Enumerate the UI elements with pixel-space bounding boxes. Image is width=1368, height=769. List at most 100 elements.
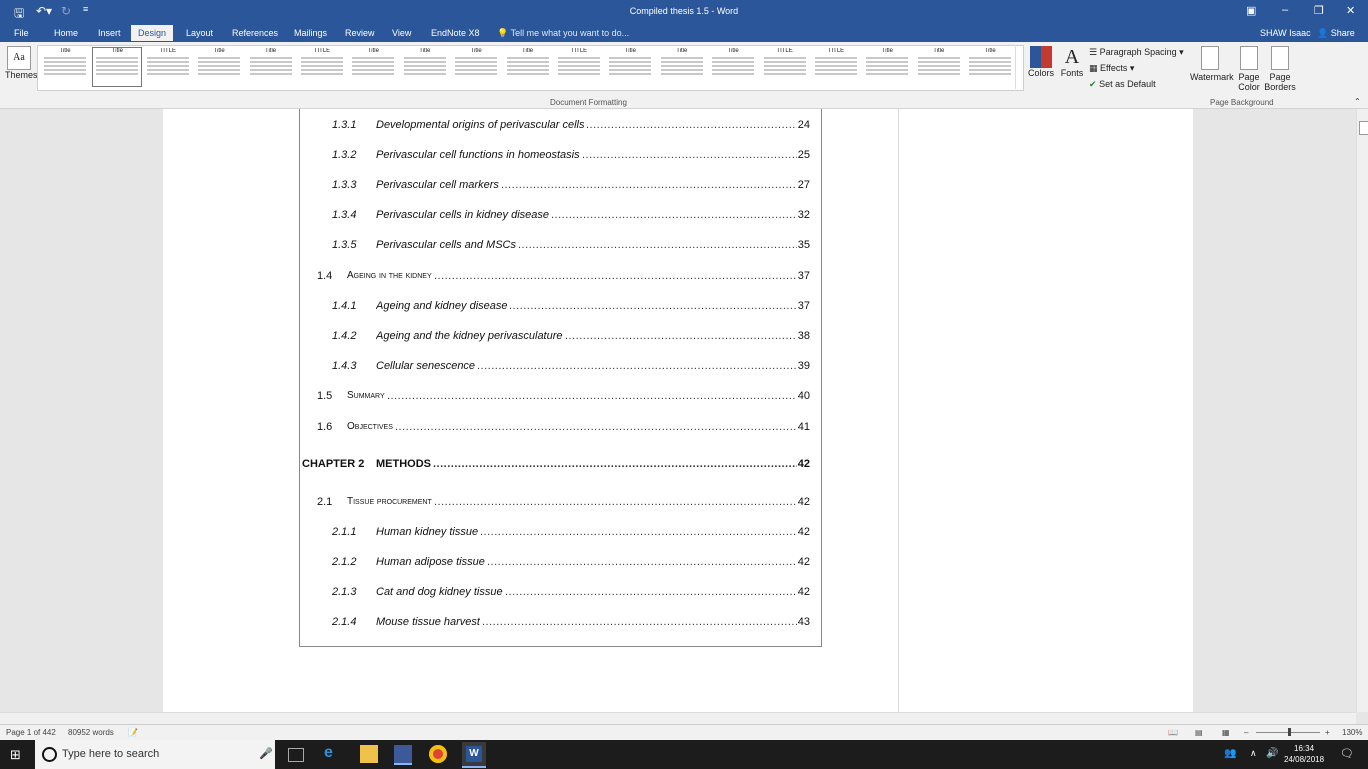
style-preview-line [146,61,189,63]
vertical-scrollbar[interactable] [1356,109,1368,712]
document-page[interactable]: 1.3.1 Developmental origins of perivascul… [163,109,1193,712]
tab-view[interactable]: View [392,28,411,38]
style-set-thumb[interactable]: Title [658,48,706,86]
outlook-icon[interactable] [394,745,412,765]
toc-entry[interactable]: 2.1.4 Mouse tissue harvest...............… [300,616,810,630]
minimize-icon[interactable]: – [1282,4,1288,16]
themes-button[interactable]: Aa Themes [5,46,38,80]
read-mode-icon[interactable]: 📖 [1168,728,1178,737]
style-set-thumb[interactable]: Title [504,48,552,86]
watermark-button[interactable]: Watermark [1190,46,1234,82]
task-view-icon[interactable] [288,748,304,762]
user-name[interactable]: SHAW Isaac [1260,28,1311,38]
style-set-thumb[interactable]: Title [41,48,89,86]
page-count[interactable]: Page 1 of 442 [6,728,56,737]
ribbon-display-options-icon[interactable]: ▣ [1246,4,1256,17]
toc-entry[interactable]: 1.4.2 Ageing and the kidney perivasculatu… [300,330,810,344]
style-set-thumb[interactable]: Title [92,47,143,87]
tab-review[interactable]: Review [345,28,375,38]
paragraph-spacing-button[interactable]: ☰ Paragraph Spacing ▾ [1089,47,1184,58]
tab-file[interactable]: File [14,28,29,38]
word-count[interactable]: 80952 words [68,728,114,737]
tab-references[interactable]: References [232,28,278,38]
style-set-thumb[interactable]: Title [863,48,911,86]
toc-entry[interactable]: 2.1 Tissue procurement...................… [300,496,810,510]
volume-icon[interactable]: 🔊 [1266,748,1278,759]
style-set-thumb[interactable]: Title [247,48,295,86]
style-set-thumb[interactable]: Title [401,48,449,86]
toc-entry[interactable]: 2.1.1 Human kidney tissue................… [300,526,810,540]
fonts-button[interactable]: A Fonts [1058,46,1086,78]
file-explorer-icon[interactable] [360,745,378,763]
clock[interactable]: 16:34 24/08/2018 [1284,743,1324,765]
windows-start-icon[interactable]: ⊞ [10,747,21,763]
paragraph-spacing-label: Paragraph Spacing [1099,47,1177,57]
tab-endnote[interactable]: EndNote X8 [431,28,480,38]
style-set-thumb[interactable]: Title [915,48,963,86]
zoom-in-icon[interactable]: + [1325,728,1330,737]
style-preview-line [969,69,1012,71]
style-set-thumb[interactable]: TITLE [144,48,192,86]
toc-entry[interactable]: 1.3.3 Perivascular cell markers..........… [300,179,810,193]
toc-page-number: 39 [797,360,810,372]
toc-entry[interactable]: 1.4.3 Cellular senescence................… [300,360,810,374]
style-set-thumb[interactable]: TITLE [555,48,603,86]
set-as-default-button[interactable]: ✔ Set as Default [1089,79,1156,90]
people-icon[interactable]: 👥 [1224,748,1236,759]
style-set-thumb[interactable]: Title [452,48,500,86]
style-preview-line [969,65,1012,67]
zoom-level[interactable]: 130% [1342,728,1362,737]
taskbar-search-box[interactable]: Type here to search 🎤 [35,740,275,769]
tab-layout[interactable]: Layout [186,28,213,38]
vertical-scroll-thumb[interactable] [1359,121,1368,135]
toc-entry[interactable]: CHAPTER 2 METHODS........................… [300,458,810,472]
collapse-ribbon-icon[interactable]: ⌃ [1354,97,1361,106]
toc-entry[interactable]: 1.6 Objectives...........................… [300,421,810,435]
style-set-thumb[interactable]: Title [606,48,654,86]
toc-entry[interactable]: 2.1.3 Cat and dog kidney tissue..........… [300,586,810,600]
word-taskbar-button[interactable]: W [462,742,486,768]
toc-entry[interactable]: 1.3.2 Perivascular cell functions in home… [300,149,810,163]
toc-number: 1.3.4 [332,209,357,221]
style-set-gallery[interactable]: Title Title TITLE Title Title TITLE Title Title… [37,45,1024,91]
page-borders-button[interactable]: Page Borders [1260,46,1300,92]
gallery-scroll[interactable] [1015,45,1024,89]
style-set-thumb[interactable]: Title [709,48,757,86]
toc-entry[interactable]: 1.3.4 Perivascular cells in kidney diseas… [300,209,810,223]
toc-entry[interactable]: 1.3.5 Perivascular cells and MSCs........… [300,239,810,253]
style-set-thumb[interactable]: Title [195,48,243,86]
print-layout-icon[interactable]: ▤ [1195,728,1203,737]
toc-entry[interactable]: 1.3.1 Developmental origins of perivascul… [300,119,810,133]
chrome-icon[interactable] [429,745,447,763]
style-set-thumb[interactable]: Title [966,48,1014,86]
restore-icon[interactable]: ❐ [1314,4,1324,17]
proofing-icon[interactable]: 📝 [128,728,138,737]
toc-entry[interactable]: 1.4.1 Ageing and kidney disease..........… [300,300,810,314]
toc-entry[interactable]: 1.4 Ageing in the kidney.................… [300,270,810,284]
zoom-out-icon[interactable]: – [1244,728,1248,737]
toc-textbox[interactable]: 1.3.1 Developmental origins of perivascul… [299,109,822,647]
action-center-icon[interactable]: 🗨 [1340,747,1354,760]
share-button[interactable]: 👤 Share [1317,28,1355,39]
style-set-thumb[interactable]: TITLE [298,48,346,86]
tab-design[interactable]: Design [131,25,174,41]
tab-insert[interactable]: Insert [98,28,121,38]
colors-button[interactable]: Colors [1027,46,1055,78]
microphone-icon[interactable]: 🎤 [259,747,273,760]
web-layout-icon[interactable]: ▦ [1222,728,1230,737]
toc-entry[interactable]: 1.5 Summary..............................… [300,390,810,404]
tell-me-search[interactable]: 💡 Tell me what you want to do... [497,28,629,39]
tab-mailings[interactable]: Mailings [294,28,327,38]
hidden-icons-chevron-icon[interactable]: ∧ [1250,748,1257,759]
style-preview-line [455,61,498,63]
zoom-slider-thumb[interactable] [1288,728,1291,736]
edge-icon[interactable]: e [324,744,342,762]
effects-button[interactable]: ▦ Effects ▾ [1089,63,1134,74]
style-set-thumb[interactable]: Title [349,48,397,86]
tab-home[interactable]: Home [54,28,78,38]
fonts-label: Fonts [1060,68,1084,78]
close-icon[interactable]: ✕ [1346,4,1355,17]
style-set-thumb[interactable]: TITLE [812,48,860,86]
style-set-thumb[interactable]: TITLE [761,48,809,86]
toc-entry[interactable]: 2.1.2 Human adipose tissue...............… [300,556,810,570]
